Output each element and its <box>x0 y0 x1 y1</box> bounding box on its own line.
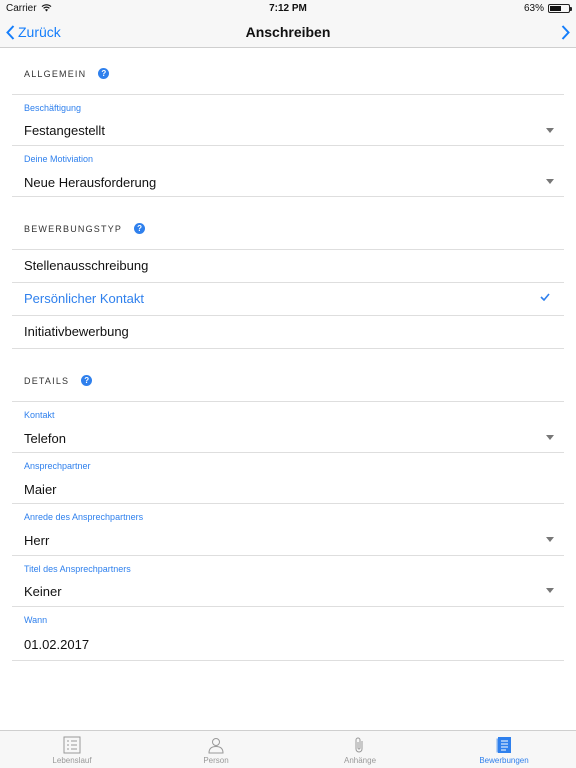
option-stellenausschreibung[interactable]: Stellenausschreibung <box>0 249 576 282</box>
divider <box>12 401 564 402</box>
divider <box>12 94 564 95</box>
divider <box>12 660 564 661</box>
option-initiativbewerbung[interactable]: Initiativbewerbung <box>0 315 576 348</box>
field-value: Festangestellt <box>24 123 105 138</box>
option-label: Stellenausschreibung <box>24 258 149 273</box>
option-label: Persönlicher Kontakt <box>24 291 144 306</box>
divider <box>12 503 564 504</box>
tab-label: Lebenslauf <box>52 756 92 765</box>
carrier-info: Carrier <box>6 3 52 14</box>
field-label: Kontakt <box>24 410 55 420</box>
wifi-icon <box>41 4 51 12</box>
dropdown-arrow-icon[interactable] <box>546 588 554 593</box>
checkmark-icon <box>540 293 550 301</box>
list-icon <box>63 736 81 754</box>
form-content: ALLGEMEIN ? Beschäftigung Festangestellt… <box>0 49 576 730</box>
tab-label: Anhänge <box>343 756 377 765</box>
section-title: DETAILS <box>24 375 70 386</box>
divider <box>12 145 564 146</box>
field-value: Telefon <box>24 431 66 446</box>
field-value: Neue Herausforderung <box>24 175 157 190</box>
chevron-right-icon <box>561 24 570 40</box>
field-value: 01.02.2017 <box>24 637 90 652</box>
divider <box>12 606 564 607</box>
field-label: Anrede des Ansprechpartners <box>24 512 144 522</box>
battery-percent: 63% <box>523 2 544 14</box>
field-label: Beschäftigung <box>24 103 82 113</box>
dropdown-arrow-icon[interactable] <box>546 537 554 542</box>
tab-person[interactable]: Person <box>144 731 288 768</box>
tab-label: Person <box>203 756 229 765</box>
tab-anhaenge[interactable]: Anhänge <box>288 731 432 768</box>
paperclip-icon <box>355 737 363 753</box>
section-header-allgemein: ALLGEMEIN ? <box>24 68 110 79</box>
battery-icon <box>548 3 572 13</box>
option-persoenlicher-kontakt[interactable]: Persönlicher Kontakt <box>0 282 576 315</box>
section-header-details: DETAILS ? <box>24 375 93 386</box>
divider <box>12 555 564 556</box>
option-label: Initiativbewerbung <box>24 324 129 339</box>
carrier-label: Carrier <box>6 2 37 14</box>
dropdown-arrow-icon[interactable] <box>546 179 554 184</box>
document-icon <box>496 737 511 753</box>
divider <box>12 196 564 197</box>
section-header-bewerbungstyp: BEWERBUNGSTYP ? <box>24 223 146 234</box>
navigation-bar: Zurück Anschreiben <box>0 16 576 48</box>
help-icon[interactable]: ? <box>98 68 110 79</box>
section-title: ALLGEMEIN <box>24 68 87 79</box>
chevron-left-icon <box>6 24 15 40</box>
field-label: Titel des Ansprechpartners <box>24 564 131 574</box>
section-title: BEWERBUNGSTYP <box>24 223 123 234</box>
tab-bewerbungen[interactable]: Bewerbungen <box>432 731 576 768</box>
dropdown-arrow-icon[interactable] <box>546 435 554 440</box>
field-value: Herr <box>24 533 50 548</box>
field-value: Maier <box>24 482 57 497</box>
tab-bar: Lebenslauf Person Anhänge Bewerbungen <box>0 730 576 768</box>
back-label: Zurück <box>18 24 61 40</box>
forward-button[interactable] <box>561 16 570 48</box>
status-time: 7:12 PM <box>269 2 307 14</box>
field-label: Deine Motiviation <box>24 154 94 164</box>
help-icon[interactable]: ? <box>134 223 146 234</box>
back-button[interactable]: Zurück <box>6 16 61 48</box>
field-label: Wann <box>24 615 48 625</box>
divider <box>12 348 564 349</box>
battery-level <box>550 5 562 11</box>
divider <box>12 452 564 453</box>
dropdown-arrow-icon[interactable] <box>546 128 554 133</box>
tab-label: Bewerbungen <box>479 756 529 765</box>
field-label: Ansprechpartner <box>24 461 91 471</box>
battery-info: 63% <box>523 2 572 14</box>
person-icon <box>208 738 224 754</box>
page-title: Anschreiben <box>245 24 331 40</box>
field-value: Keiner <box>24 584 62 599</box>
status-bar: Carrier 7:12 PM 63% <box>0 0 576 16</box>
tab-lebenslauf[interactable]: Lebenslauf <box>0 731 144 768</box>
help-icon[interactable]: ? <box>81 375 93 386</box>
